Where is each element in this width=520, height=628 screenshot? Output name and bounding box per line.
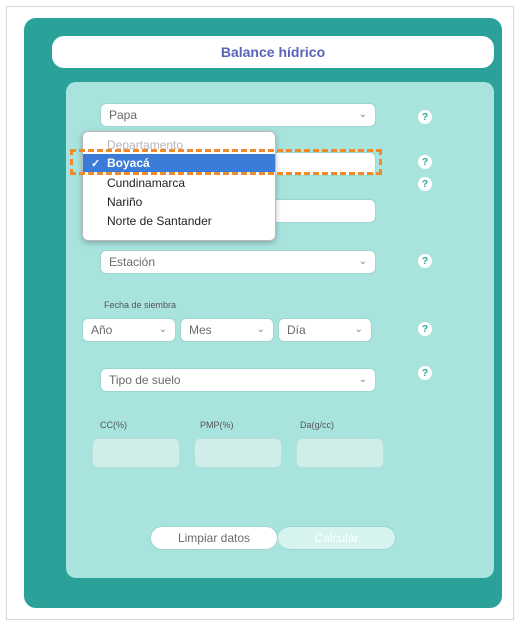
crop-select[interactable]: Papa ⌄ [100,103,376,127]
pmp-input[interactable] [194,438,282,468]
crop-select-value: Papa [109,108,138,122]
chevron-down-icon: ⌄ [358,374,367,385]
dropdown-option-narino[interactable]: Nariño [83,193,275,211]
help-icon[interactable]: ? [418,177,432,191]
page-title: Balance hídrico [52,36,494,68]
soil-type-select-value: Tipo de suelo [109,373,181,387]
month-select-value: Mes [189,323,212,337]
chevron-down-icon: ⌄ [158,324,167,335]
sowing-date-label: Fecha de siembra [104,300,177,310]
chevron-down-icon: ⌄ [354,324,363,335]
month-select[interactable]: Mes ⌄ [180,318,274,342]
day-select-value: Día [287,323,306,337]
da-label: Da(g/cc) [300,420,335,430]
station-select-value: Estación [109,255,156,269]
department-dropdown: Departamento ✓ Boyacá Cundinamarca Nariñ… [82,131,276,241]
chevron-down-icon: ⌄ [256,324,265,335]
highlight-box [70,149,382,175]
dropdown-option-cundinamarca[interactable]: Cundinamarca [83,174,275,192]
cc-input[interactable] [92,438,180,468]
da-input[interactable] [296,438,384,468]
station-select[interactable]: Estación ⌄ [100,250,376,274]
day-select[interactable]: Día ⌄ [278,318,372,342]
dropdown-option-norte-de-santander[interactable]: Norte de Santander [83,212,275,230]
clear-data-button[interactable]: Limpiar datos [150,526,278,550]
chevron-down-icon: ⌄ [358,109,367,120]
cc-label: CC(%) [100,420,127,430]
chevron-down-icon: ⌄ [358,256,367,267]
pmp-label: PMP(%) [200,420,234,430]
year-select-value: Año [91,323,113,337]
calculate-button[interactable]: Calcular [278,526,396,550]
year-select[interactable]: Año ⌄ [82,318,176,342]
help-icon[interactable]: ? [418,254,432,268]
help-icon[interactable]: ? [418,110,432,124]
soil-type-select[interactable]: Tipo de suelo ⌄ [100,368,376,392]
help-icon[interactable]: ? [418,155,432,169]
help-icon[interactable]: ? [418,322,432,336]
help-icon[interactable]: ? [418,366,432,380]
